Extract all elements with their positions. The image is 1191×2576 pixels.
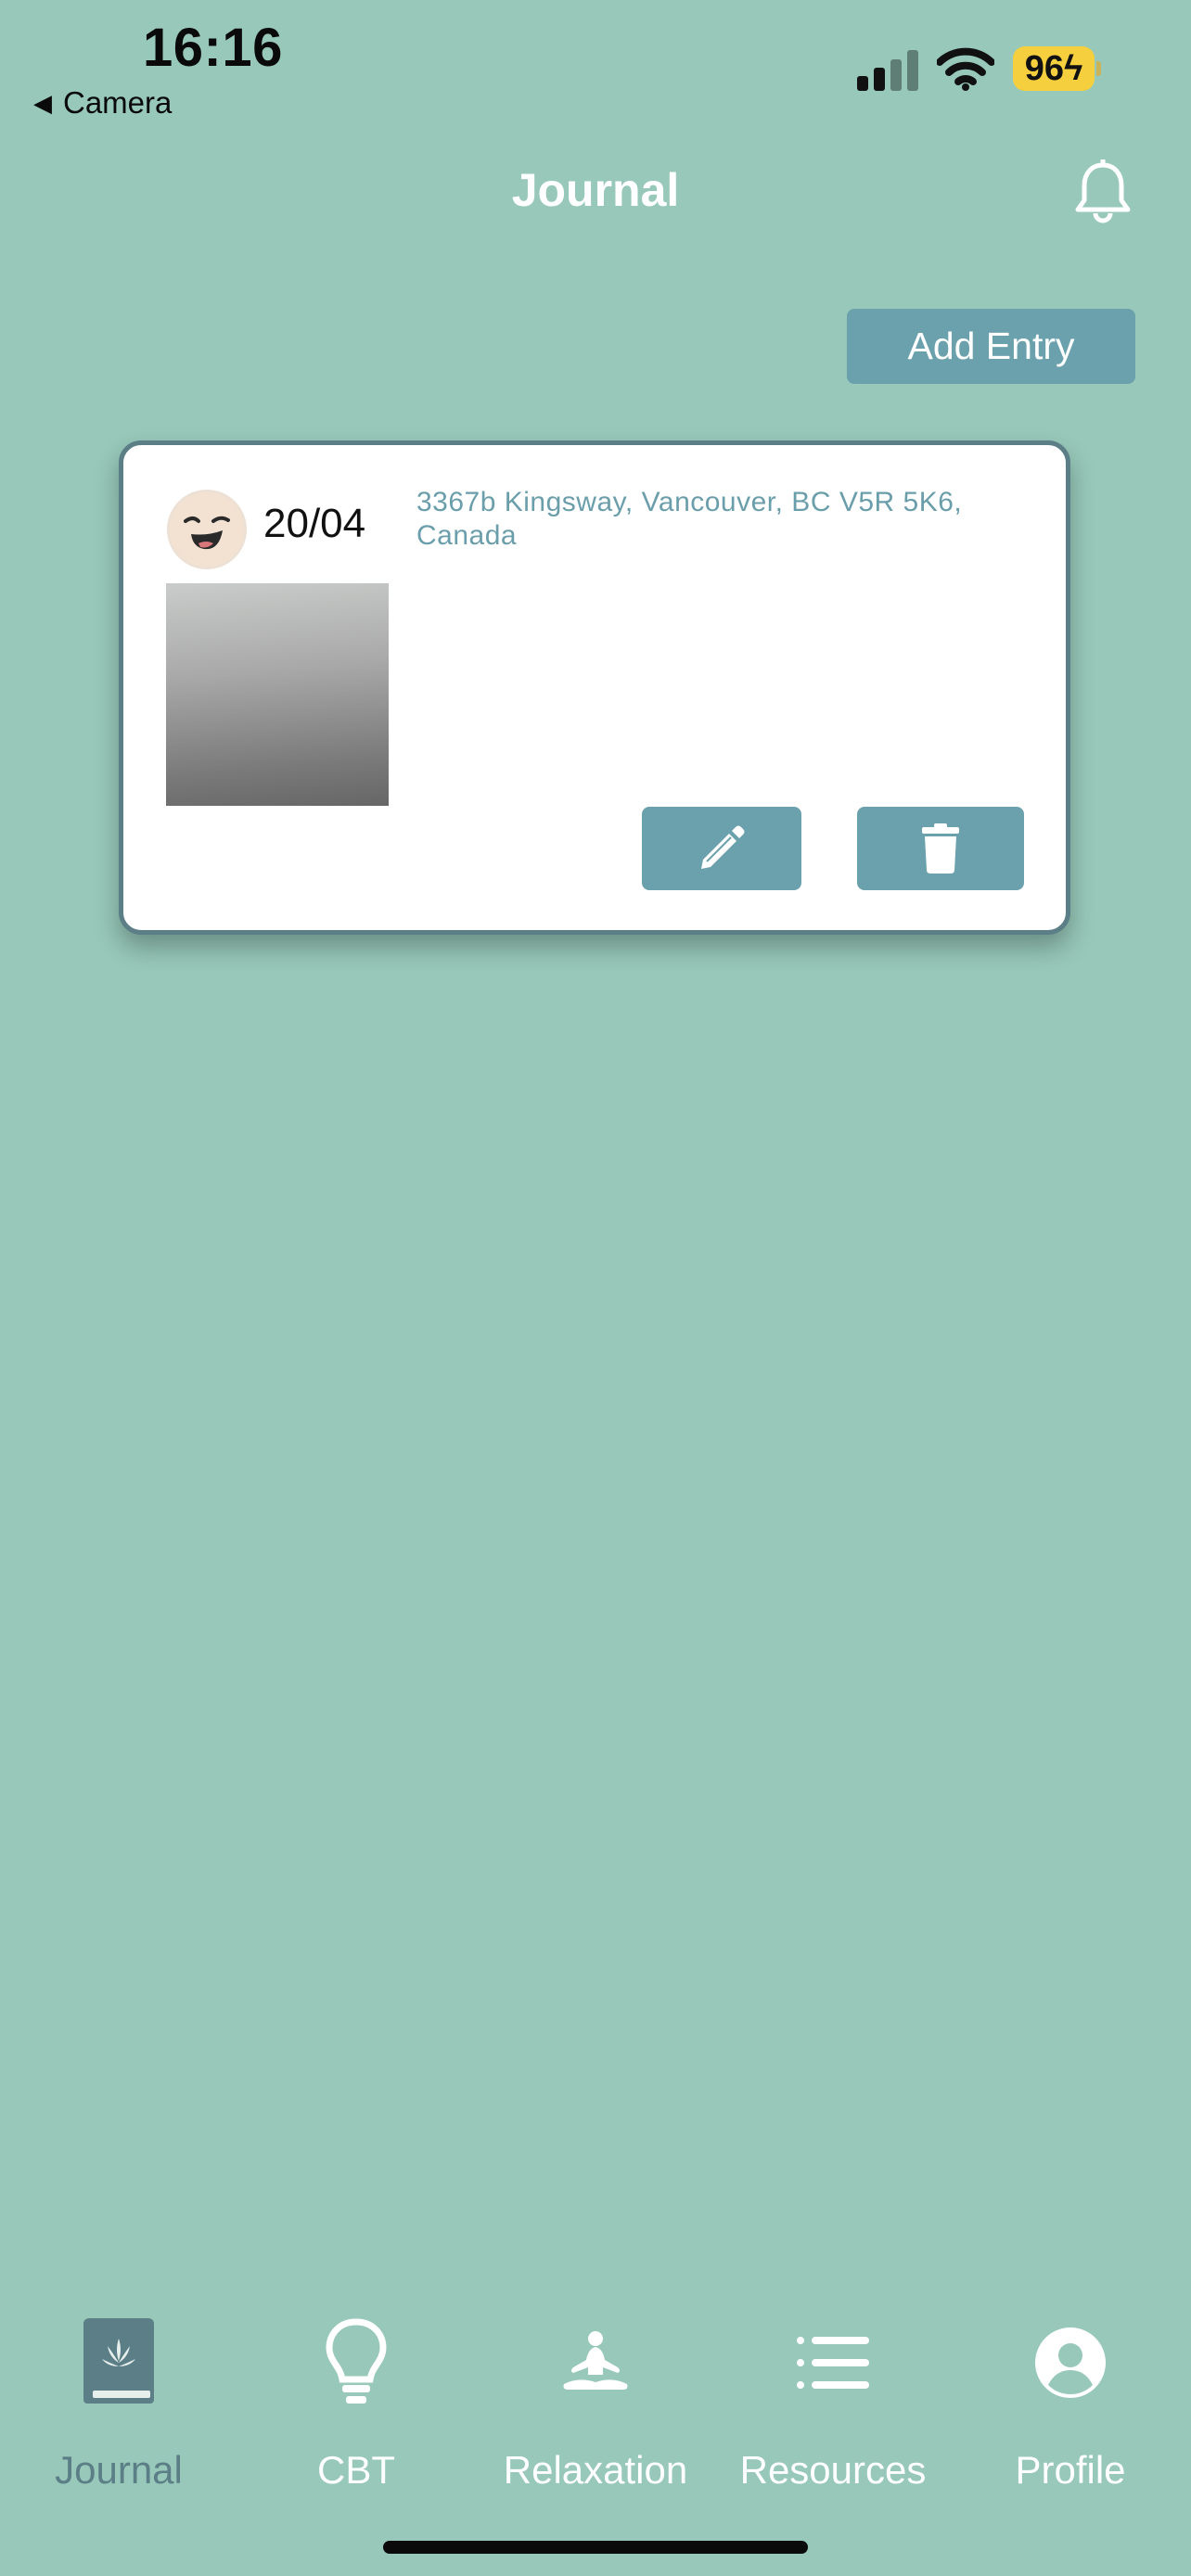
tab-label: Profile <box>1015 2448 1126 2492</box>
journal-book-icon <box>74 2318 163 2407</box>
tab-journal[interactable]: Journal <box>0 2318 237 2494</box>
back-to-camera-link[interactable]: ◀ Camera <box>33 85 172 121</box>
tab-cbt[interactable]: CBT <box>237 2318 475 2494</box>
back-arrow-icon: ◀ <box>33 88 52 117</box>
edit-entry-button[interactable] <box>642 807 801 890</box>
status-time: 16:16 <box>143 18 283 78</box>
user-circle-icon <box>1026 2318 1115 2407</box>
tab-profile[interactable]: Profile <box>952 2318 1189 2494</box>
entry-date: 20/04 <box>263 501 366 546</box>
tab-label: CBT <box>317 2448 395 2492</box>
tab-relaxation[interactable]: Relaxation <box>477 2318 714 2494</box>
smiling-face-avatar <box>167 490 247 569</box>
battery-nub <box>1096 61 1101 76</box>
tab-resources[interactable]: Resources <box>714 2318 952 2494</box>
pencil-icon <box>701 825 745 869</box>
list-icon <box>788 2318 877 2407</box>
back-label: Camera <box>63 85 173 120</box>
entry-location: 3367b Kingsway, Vancouver, BC V5R 5K6, C… <box>416 487 963 551</box>
tab-label: Resources <box>739 2448 927 2492</box>
tab-label: Relaxation <box>503 2448 688 2492</box>
meditation-icon <box>551 2318 640 2407</box>
trash-icon <box>922 823 959 874</box>
wifi-icon <box>937 47 994 91</box>
tab-label: Journal <box>55 2448 183 2492</box>
page-title: Journal <box>511 164 680 216</box>
entry-photo-thumbnail[interactable] <box>166 583 389 806</box>
lightbulb-icon <box>312 2318 401 2407</box>
charging-bolt-icon: ϟ <box>1064 48 1083 88</box>
battery-level: 96 <box>1024 48 1065 88</box>
battery-indicator: 96 ϟ <box>1013 46 1095 91</box>
delete-entry-button[interactable] <box>857 807 1024 890</box>
bell-icon[interactable] <box>1074 159 1132 224</box>
add-entry-button[interactable]: Add Entry <box>847 309 1135 384</box>
cellular-signal-icon <box>857 50 918 91</box>
home-indicator[interactable] <box>383 2541 808 2554</box>
